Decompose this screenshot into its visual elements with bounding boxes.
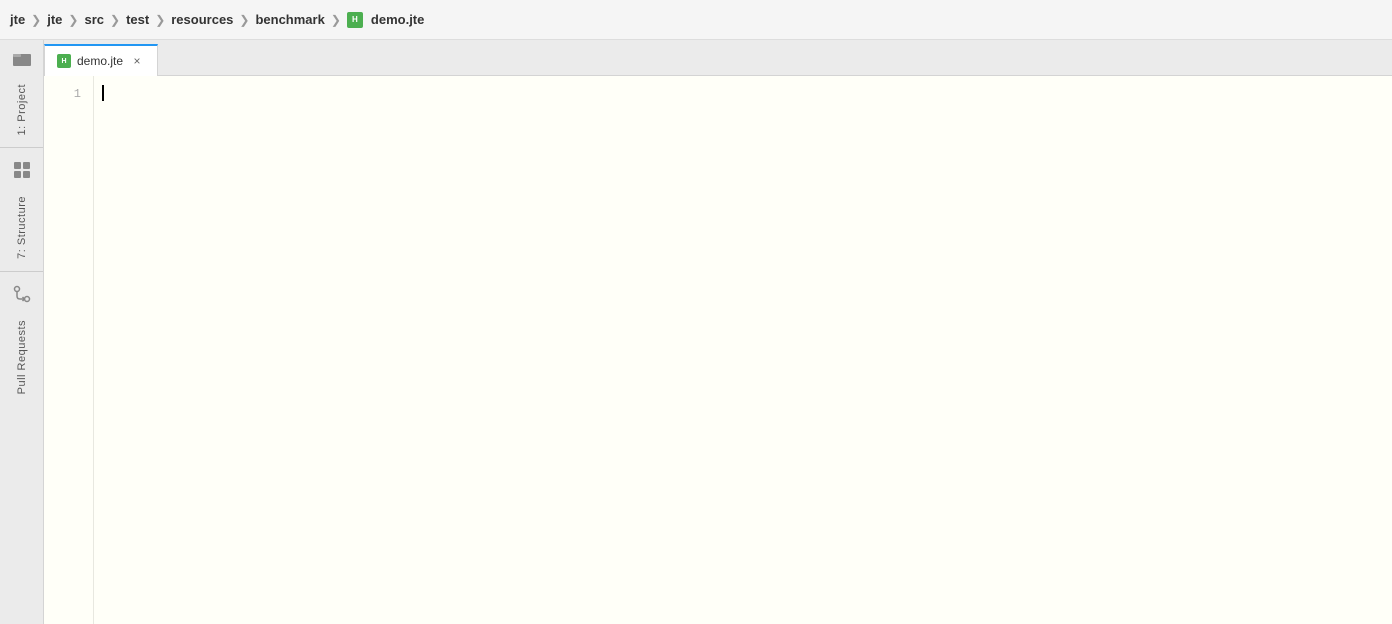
pull-request-icon[interactable] [6, 278, 38, 310]
panel-1-project[interactable]: 1: Project [0, 40, 43, 148]
left-sidebar: 1: Project 7: Structure [0, 40, 44, 624]
breadcrumb-demo-jte[interactable]: demo.jte [371, 12, 424, 27]
editor-area: H demo.jte × 1 [44, 40, 1392, 624]
breadcrumb-file-icon: H [347, 12, 363, 28]
editor-content[interactable]: 1 [44, 76, 1392, 624]
project-panel-label[interactable]: 1: Project [16, 76, 28, 143]
breadcrumb-jte-module[interactable]: jte [47, 12, 62, 27]
editor-line-1[interactable] [102, 84, 1392, 104]
structure-panel-label[interactable]: 7: Structure [16, 188, 28, 267]
line-numbers: 1 [44, 76, 94, 624]
structure-icon[interactable] [6, 154, 38, 186]
tab-close-button[interactable]: × [129, 53, 145, 69]
project-folder-icon[interactable] [6, 42, 38, 74]
breadcrumb-sep-3: ❯ [155, 13, 165, 27]
pull-requests-panel-label[interactable]: Pull Requests [16, 312, 28, 402]
breadcrumb-sep-2: ❯ [110, 13, 120, 27]
breadcrumb-test[interactable]: test [126, 12, 149, 27]
breadcrumb-benchmark[interactable]: benchmark [255, 12, 324, 27]
panel-pull-requests[interactable]: Pull Requests [0, 276, 43, 402]
panel-7-structure[interactable]: 7: Structure [0, 152, 43, 272]
breadcrumb-sep-5: ❯ [331, 13, 341, 27]
breadcrumb-sep-1: ❯ [68, 13, 78, 27]
text-cursor [102, 85, 104, 101]
breadcrumb-sep-0: ❯ [31, 13, 41, 27]
tab-demo-jte[interactable]: H demo.jte × [44, 44, 158, 76]
breadcrumb-src[interactable]: src [84, 12, 104, 27]
main-area: 1: Project 7: Structure [0, 40, 1392, 624]
tab-file-icon: H [57, 54, 71, 68]
line-number-1: 1 [44, 84, 93, 104]
code-area[interactable] [94, 76, 1392, 624]
tab-label: demo.jte [77, 54, 123, 68]
breadcrumb-resources[interactable]: resources [171, 12, 233, 27]
breadcrumb-bar: jte ❯ jte ❯ src ❯ test ❯ resources ❯ ben… [0, 0, 1392, 40]
breadcrumb-sep-4: ❯ [239, 13, 249, 27]
tabs-bar: H demo.jte × [44, 40, 1392, 76]
breadcrumb-jte-root[interactable]: jte [10, 12, 25, 27]
